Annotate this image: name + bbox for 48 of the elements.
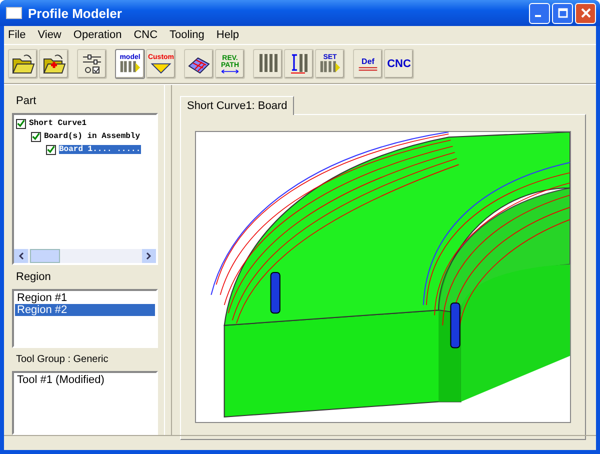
- close-button[interactable]: [575, 2, 596, 24]
- tab[interactable]: Short Curve1: Board: [180, 96, 294, 115]
- horizontal-scrollbar[interactable]: [14, 248, 156, 263]
- menu-item[interactable]: File: [8, 29, 26, 41]
- window-app-icon: [6, 7, 22, 19]
- maximize-button[interactable]: [552, 2, 573, 24]
- double-arrow-icon: [219, 68, 241, 74]
- cutters-icon: [119, 61, 141, 74]
- cutters-icon: [319, 61, 341, 74]
- menu-item[interactable]: Help: [216, 29, 240, 41]
- menu-item[interactable]: View: [38, 29, 62, 41]
- menu-item[interactable]: Operation: [73, 29, 122, 41]
- triangle-icon: [150, 61, 172, 74]
- def-label: Def: [362, 58, 374, 66]
- tool-group-label: Tool Group : Generic: [15, 353, 110, 368]
- scroll-left-icon: [18, 252, 24, 260]
- tree-checkbox[interactable]: [16, 118, 26, 128]
- scroll-right-icon: [146, 252, 152, 260]
- region-item[interactable]: Region #2: [15, 304, 155, 316]
- region-label: Region: [15, 270, 52, 285]
- menu-item[interactable]: Tooling: [170, 29, 204, 41]
- cnc-label: CNC: [387, 58, 411, 70]
- settings-icon: [80, 52, 104, 76]
- tree-item[interactable]: Board(s) in Assembly: [44, 132, 140, 141]
- tree-item[interactable]: Short Curve1: [29, 119, 87, 128]
- surface-tool-button[interactable]: [184, 49, 214, 79]
- region-item[interactable]: Region #1: [15, 292, 155, 304]
- open-tool-button[interactable]: [8, 49, 38, 79]
- tool-item[interactable]: Tool #1 (Modified): [15, 374, 155, 386]
- folder-plus-icon: [42, 52, 66, 76]
- tools-tool-button[interactable]: [253, 49, 283, 79]
- menu-item[interactable]: CNC: [134, 29, 158, 41]
- tree-checkbox[interactable]: [46, 144, 56, 154]
- minimize-button[interactable]: [529, 2, 550, 24]
- measure-tool-button[interactable]: [284, 49, 314, 79]
- def-tool-button[interactable]: Def: [353, 49, 383, 79]
- maximize-icon: [558, 8, 568, 18]
- close-icon: [580, 8, 590, 18]
- minimize-icon: [535, 15, 541, 17]
- part-label: Part: [15, 94, 38, 109]
- tree-item[interactable]: Board 1.... .....: [59, 145, 141, 154]
- open-add-tool-button[interactable]: [39, 49, 69, 79]
- settings-tool-button[interactable]: [77, 49, 107, 79]
- lines-icon: [357, 66, 379, 70]
- tree-checkbox[interactable]: [31, 132, 41, 142]
- window-title: Profile Modeler: [28, 6, 123, 20]
- folder-icon: [11, 52, 35, 76]
- cnc-tool-button[interactable]: CNC: [384, 49, 414, 79]
